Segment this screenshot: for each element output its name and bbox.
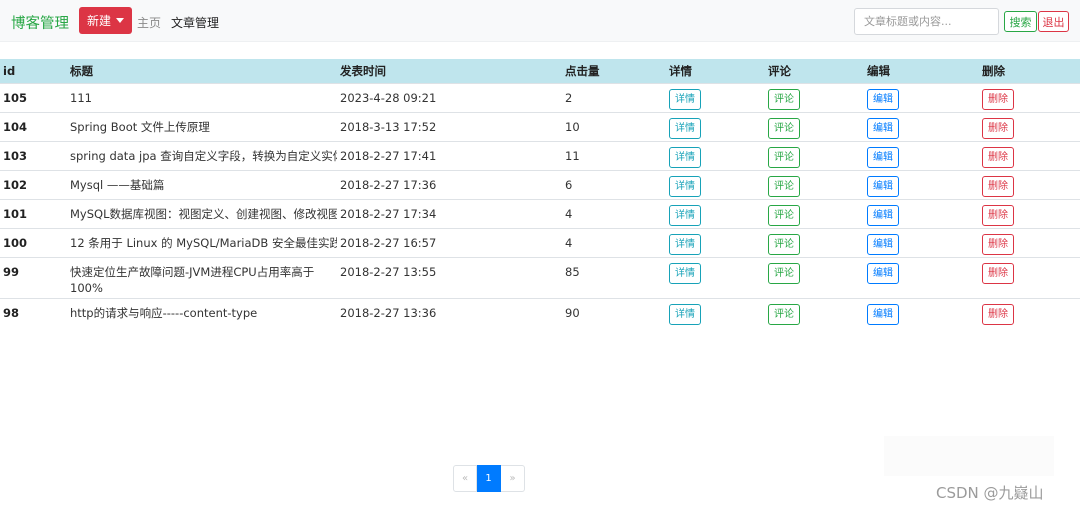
row-time: 2018-2-27 13:55: [340, 264, 437, 279]
header-comment: 评论: [768, 63, 791, 78]
table-row: 104 Spring Boot 文件上传原理 2018-3-13 17:52 1…: [0, 112, 1080, 141]
comment-button[interactable]: 评论: [768, 262, 800, 284]
edit-button[interactable]: 编辑: [867, 262, 899, 284]
csdn-watermark: CSDN @九嶷山: [936, 484, 1044, 502]
delete-button[interactable]: 删除: [982, 117, 1014, 139]
pagination: « 1 »: [453, 465, 525, 492]
header-edit: 编辑: [867, 63, 890, 78]
pagination-page-button[interactable]: 1: [477, 465, 501, 492]
comment-button[interactable]: 评论: [768, 204, 800, 226]
table-row: 100 12 条用于 Linux 的 MySQL/MariaDB 安全最佳实践 …: [0, 228, 1080, 257]
row-clicks: 4: [565, 206, 573, 221]
header-title: 标题: [70, 63, 93, 78]
detail-button[interactable]: 详情: [669, 233, 701, 255]
detail-button[interactable]: 详情: [669, 204, 701, 226]
detail-button[interactable]: 详情: [669, 146, 701, 168]
table-row: 105 111 2023-4-28 09:21 2 详情 评论 编辑 删除: [0, 83, 1080, 112]
table-row: 102 Mysql ——基础篇 2018-2-27 17:36 6 详情 评论 …: [0, 170, 1080, 199]
header-id: id: [3, 63, 16, 78]
comment-button[interactable]: 评论: [768, 175, 800, 197]
faded-overlay: [884, 436, 1054, 476]
row-title: 111: [70, 90, 92, 105]
delete-button[interactable]: 删除: [982, 204, 1014, 226]
nav-link-article-management[interactable]: 文章管理: [171, 14, 219, 31]
row-id: 102: [3, 177, 28, 192]
pagination-next-button[interactable]: »: [501, 465, 525, 492]
row-title: http的请求与响应-----content-type: [70, 305, 258, 320]
table-header-row: id 标题 发表时间 点击量 详情 评论 编辑 删除: [0, 59, 1080, 83]
article-table: id 标题 发表时间 点击量 详情 评论 编辑 删除 105 111 2023-…: [0, 59, 1080, 327]
top-navbar: 博客管理 新建 主页 文章管理 搜索 退出: [0, 0, 1080, 42]
row-time: 2018-2-27 17:41: [340, 148, 437, 163]
delete-button[interactable]: 删除: [982, 303, 1014, 325]
comment-button[interactable]: 评论: [768, 146, 800, 168]
detail-button[interactable]: 详情: [669, 88, 701, 110]
row-title: Spring Boot 文件上传原理: [70, 119, 210, 134]
new-dropdown-button[interactable]: 新建: [79, 7, 132, 34]
row-time: 2018-2-27 17:34: [340, 206, 437, 221]
row-id: 100: [3, 235, 28, 250]
delete-button[interactable]: 删除: [982, 233, 1014, 255]
row-clicks: 4: [565, 235, 573, 250]
row-id: 103: [3, 148, 28, 163]
row-time: 2018-2-27 16:57: [340, 235, 437, 250]
row-id: 104: [3, 119, 28, 134]
pagination-prev-button[interactable]: «: [453, 465, 477, 492]
delete-button[interactable]: 删除: [982, 175, 1014, 197]
row-title: 快速定位生产故障问题-JVM进程CPU占用率高于100%: [70, 264, 315, 295]
comment-button[interactable]: 评论: [768, 303, 800, 325]
header-detail: 详情: [669, 63, 692, 78]
header-publish-time: 发表时间: [340, 63, 386, 78]
row-id: 105: [3, 90, 28, 105]
row-title: MySQL数据库视图：视图定义、创建视图、修改视图: [70, 206, 337, 221]
row-time: 2023-4-28 09:21: [340, 90, 437, 105]
logout-button[interactable]: 退出: [1038, 11, 1069, 32]
edit-button[interactable]: 编辑: [867, 88, 899, 110]
caret-down-icon: [116, 18, 124, 23]
edit-button[interactable]: 编辑: [867, 146, 899, 168]
search-button[interactable]: 搜索: [1004, 11, 1037, 32]
search-input[interactable]: [854, 8, 999, 35]
detail-button[interactable]: 详情: [669, 262, 701, 284]
row-time: 2018-3-13 17:52: [340, 119, 437, 134]
row-clicks: 85: [565, 264, 580, 279]
new-button-label: 新建: [86, 14, 111, 28]
edit-button[interactable]: 编辑: [867, 175, 899, 197]
row-id: 99: [3, 264, 20, 279]
table-row: 99 快速定位生产故障问题-JVM进程CPU占用率高于100% 2018-2-2…: [0, 257, 1080, 298]
delete-button[interactable]: 删除: [982, 88, 1014, 110]
table-row: 98 http的请求与响应-----content-type 2018-2-27…: [0, 298, 1080, 327]
delete-button[interactable]: 删除: [982, 262, 1014, 284]
row-title: 12 条用于 Linux 的 MySQL/MariaDB 安全最佳实践: [70, 235, 337, 250]
row-time: 2018-2-27 13:36: [340, 305, 437, 320]
delete-button[interactable]: 删除: [982, 146, 1014, 168]
header-delete: 删除: [982, 63, 1005, 78]
detail-button[interactable]: 详情: [669, 117, 701, 139]
header-clicks: 点击量: [565, 63, 600, 78]
row-title: spring data jpa 查询自定义字段，转换为自定义实体: [70, 148, 337, 163]
comment-button[interactable]: 评论: [768, 117, 800, 139]
row-title: Mysql ——基础篇: [70, 177, 165, 192]
row-clicks: 6: [565, 177, 573, 192]
row-id: 98: [3, 305, 20, 320]
brand-title[interactable]: 博客管理: [11, 12, 69, 33]
nav-link-home[interactable]: 主页: [137, 14, 161, 31]
row-id: 101: [3, 206, 28, 221]
edit-button[interactable]: 编辑: [867, 303, 899, 325]
table-row: 101 MySQL数据库视图：视图定义、创建视图、修改视图 2018-2-27 …: [0, 199, 1080, 228]
edit-button[interactable]: 编辑: [867, 233, 899, 255]
comment-button[interactable]: 评论: [768, 233, 800, 255]
row-clicks: 10: [565, 119, 580, 134]
detail-button[interactable]: 详情: [669, 175, 701, 197]
row-clicks: 2: [565, 90, 573, 105]
edit-button[interactable]: 编辑: [867, 204, 899, 226]
detail-button[interactable]: 详情: [669, 303, 701, 325]
comment-button[interactable]: 评论: [768, 88, 800, 110]
row-clicks: 11: [565, 148, 580, 163]
row-clicks: 90: [565, 305, 580, 320]
row-time: 2018-2-27 17:36: [340, 177, 437, 192]
edit-button[interactable]: 编辑: [867, 117, 899, 139]
table-row: 103 spring data jpa 查询自定义字段，转换为自定义实体 201…: [0, 141, 1080, 170]
